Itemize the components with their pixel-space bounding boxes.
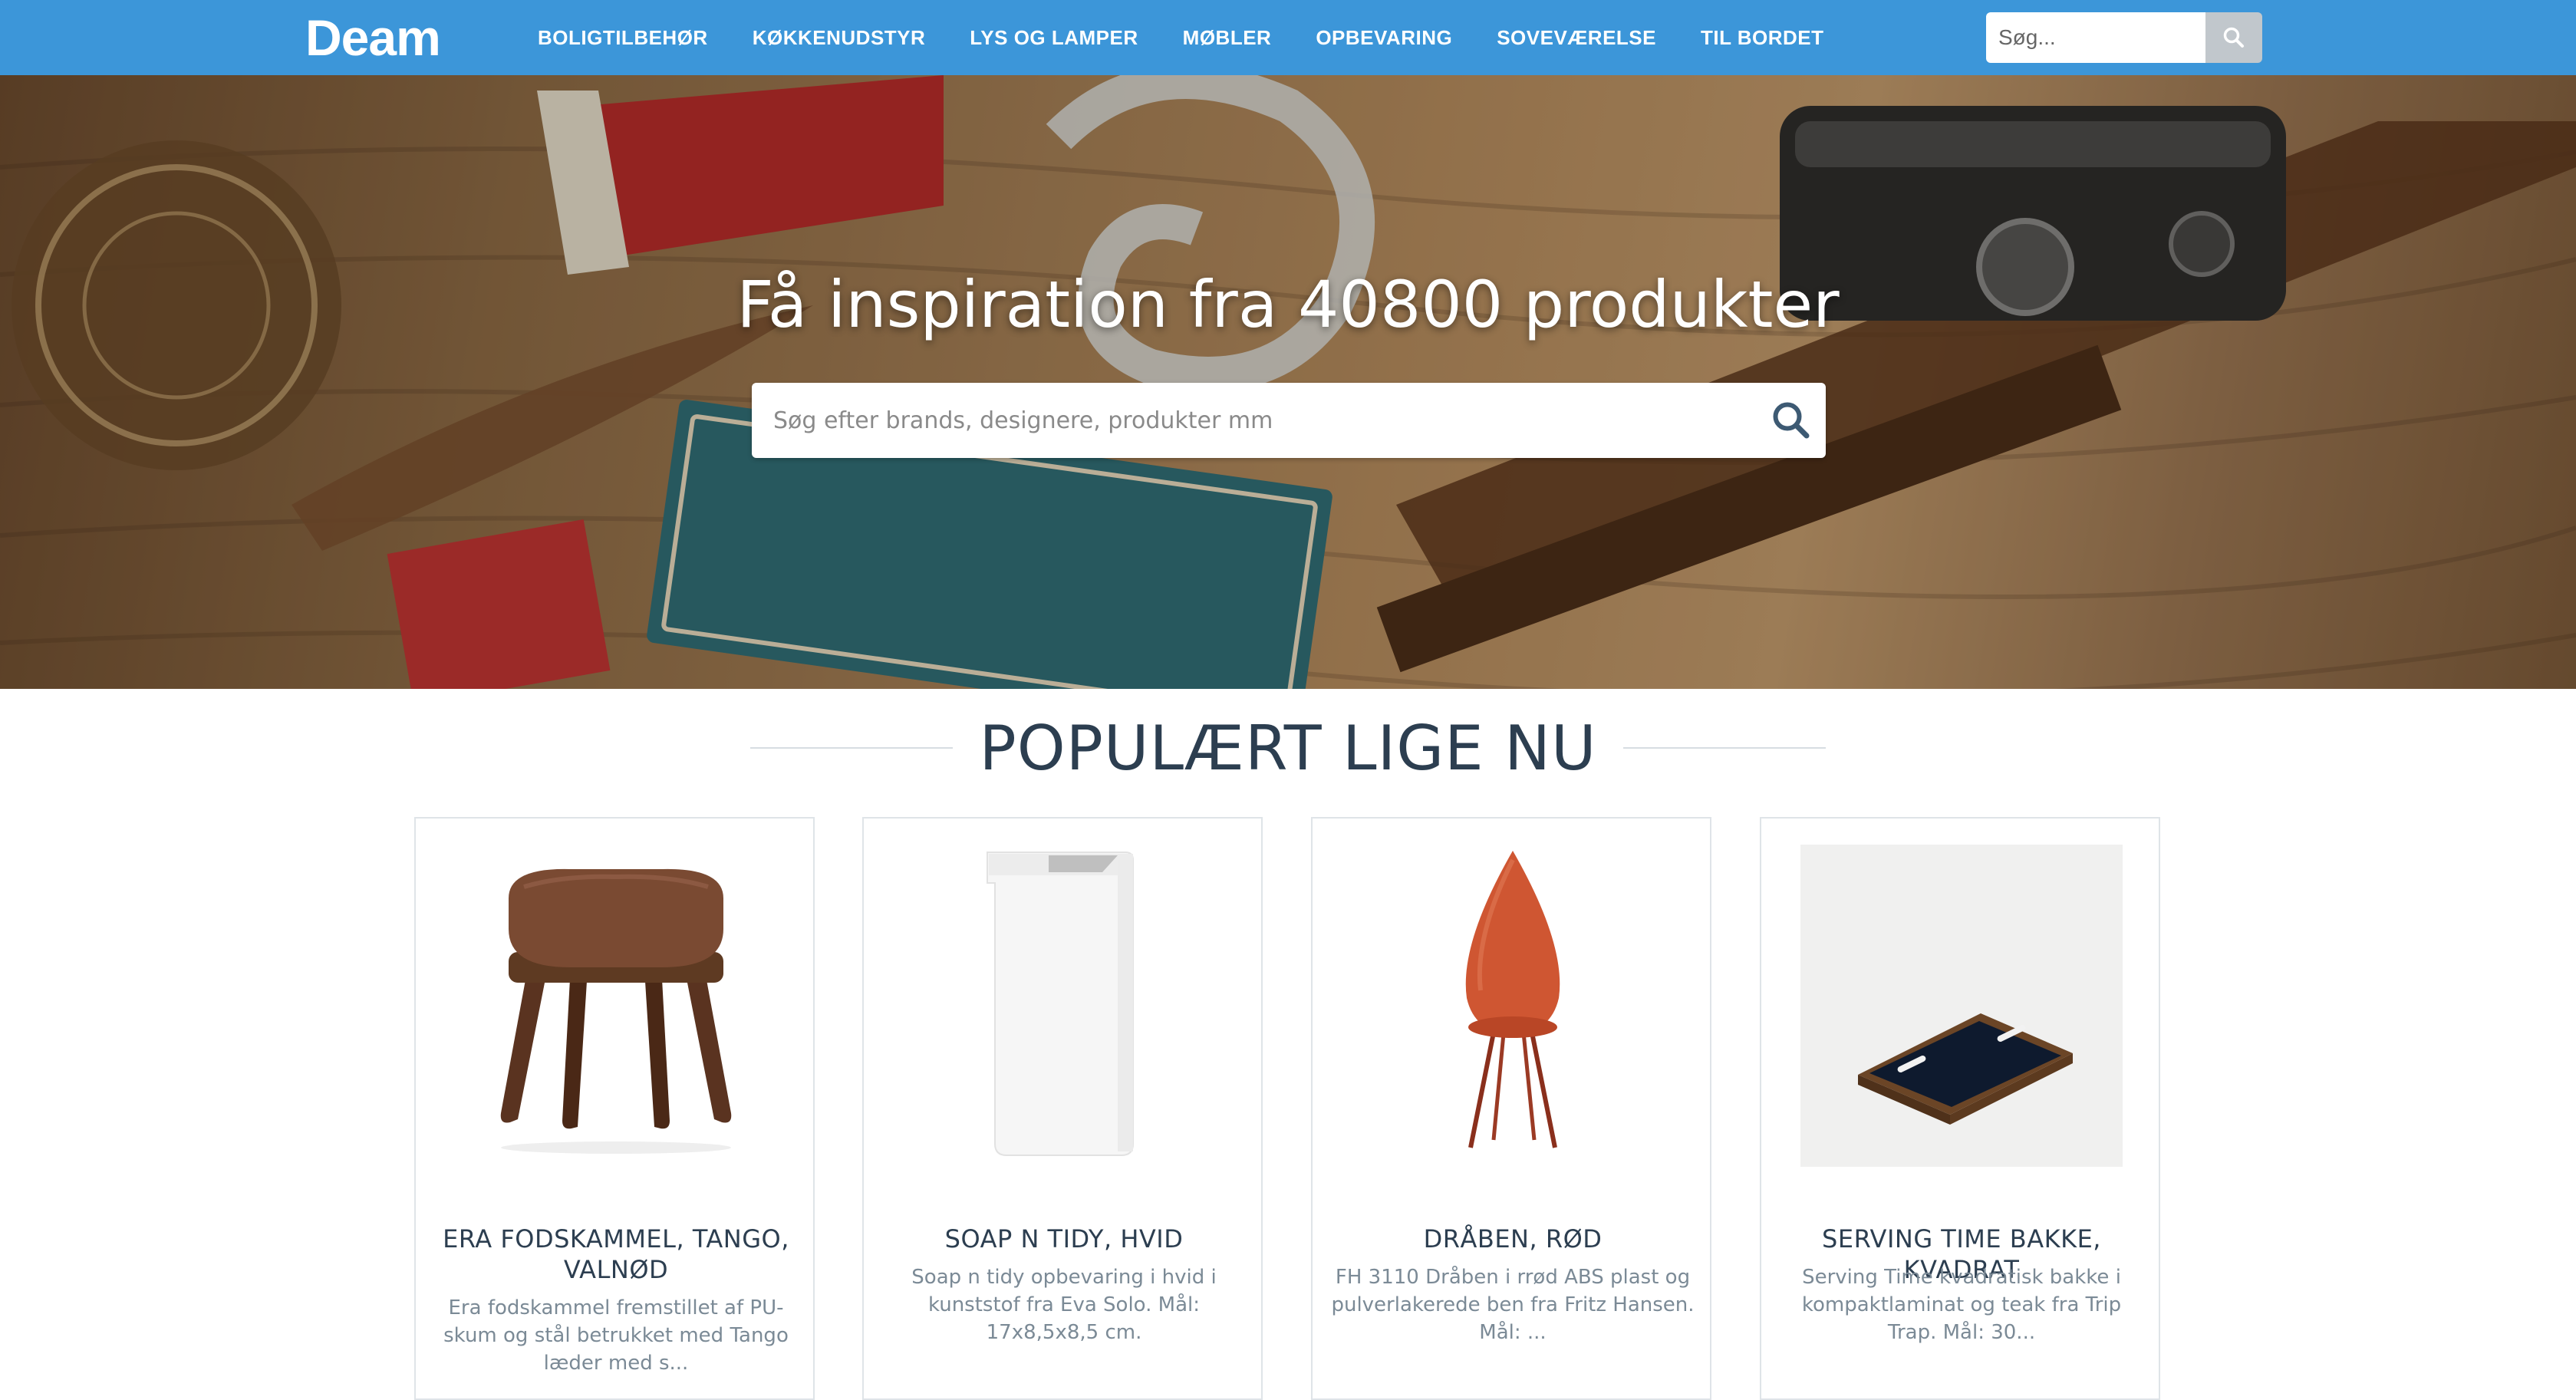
nav-item-til-bordet[interactable]: TIL BORDET: [1678, 0, 1846, 75]
nav-item-kokkenudstyr[interactable]: KØKKENUDSTYR: [730, 0, 948, 75]
product-card[interactable]: SERVING TIME BAKKE, KVADRAT Serving Time…: [1760, 817, 2160, 1400]
product-grid: ERA FODSKAMMEL, TANGO, VALNØD Era fodska…: [414, 817, 2163, 1400]
product-title[interactable]: DRÅBEN, RØD: [1328, 1224, 1698, 1254]
search-icon: [1773, 402, 1810, 439]
soap-holder-image: [987, 852, 1134, 1156]
product-image[interactable]: [431, 845, 801, 1167]
hero-search-input[interactable]: [752, 384, 1757, 457]
nav-item-lys-og-lamper[interactable]: LYS OG LAMPER: [947, 0, 1160, 75]
hero-title: Få inspiration fra 40800 produkter: [736, 267, 1840, 342]
nav-search-button[interactable]: [2205, 12, 2262, 63]
hero-search: [752, 383, 1826, 458]
nav-search: [1986, 12, 2262, 63]
heading-divider-right: [1622, 747, 1827, 749]
serving-tray-image: [1800, 845, 2123, 1167]
top-navbar: Deam BOLIGTILBEHØR KØKKENUDSTYR LYS OG L…: [0, 0, 2576, 75]
product-image[interactable]: [1777, 845, 2146, 1167]
footstool-image: [500, 868, 732, 1154]
heading-divider-left: [750, 747, 954, 749]
hero-banner: Få inspiration fra 40800 produkter: [0, 75, 2576, 689]
search-icon: [2223, 27, 2244, 48]
product-card[interactable]: SOAP N TIDY, HVID Soap n tidy opbevaring…: [862, 817, 1263, 1400]
hero-search-button[interactable]: [1757, 383, 1826, 458]
product-description: Soap n tidy opbevaring i hvid i kunststo…: [911, 1266, 1217, 1344]
product-card[interactable]: DRÅBEN, RØD FH 3110 Dråben i rrød ABS pl…: [1311, 817, 1711, 1400]
product-card[interactable]: ERA FODSKAMMEL, TANGO, VALNØD Era fodska…: [414, 817, 815, 1400]
nav-search-input[interactable]: [1986, 12, 2205, 63]
popular-heading: POPULÆRT LIGE NU: [750, 706, 1827, 790]
product-image[interactable]: [879, 845, 1249, 1167]
product-image[interactable]: [1328, 845, 1698, 1167]
product-description: Era fodskammel fremstillet af PU-skum og…: [443, 1296, 789, 1375]
product-title[interactable]: ERA FODSKAMMEL, TANGO, VALNØD: [431, 1224, 801, 1285]
product-title[interactable]: SOAP N TIDY, HVID: [879, 1224, 1249, 1254]
product-description: Serving Time kvadratisk bakke i kompaktl…: [1801, 1266, 2122, 1344]
logo[interactable]: Deam: [305, 3, 441, 72]
nav-item-sovevaerelse[interactable]: SOVEVÆRELSE: [1474, 0, 1678, 75]
section-title: POPULÆRT LIGE NU: [979, 712, 1597, 784]
nav-item-boligtilbehor[interactable]: BOLIGTILBEHØR: [516, 0, 730, 75]
main-nav: BOLIGTILBEHØR KØKKENUDSTYR LYS OG LAMPER…: [516, 0, 1846, 75]
nav-item-opbevaring[interactable]: OPBEVARING: [1293, 0, 1474, 75]
nav-item-mobler[interactable]: MØBLER: [1161, 0, 1294, 75]
hero-overlay: [0, 75, 2576, 689]
product-description: FH 3110 Dråben i rrød ABS plast og pulve…: [1331, 1266, 1695, 1344]
drop-chair-image: [1465, 851, 1560, 1148]
